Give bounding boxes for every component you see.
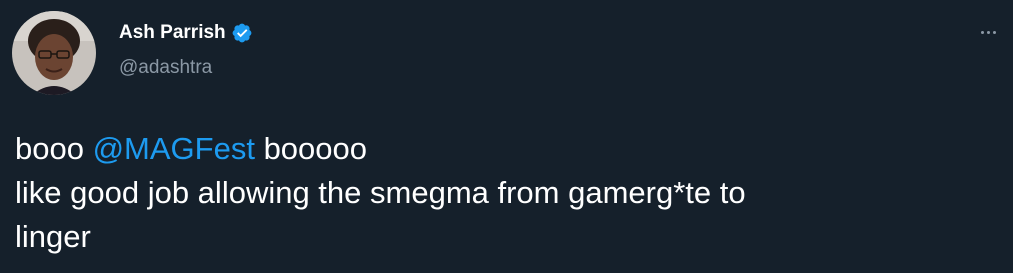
author-handle[interactable]: @adashtra: [119, 56, 212, 80]
tweet-card[interactable]: Ash Parrish @adashtra booo @MAGFest booo…: [0, 0, 1013, 273]
tweet-text-segment: booo: [15, 131, 93, 166]
verified-badge-icon: [231, 22, 253, 44]
more-options-icon[interactable]: [975, 22, 1001, 42]
tweet-line-2: like good job allowing the smegma from g…: [15, 175, 746, 210]
more-dot: [992, 30, 996, 34]
mention-link[interactable]: @MAGFest: [93, 131, 255, 166]
author-display-name[interactable]: Ash Parrish: [119, 20, 226, 46]
tweet-text-segment: booooo: [254, 131, 368, 166]
more-dot: [986, 30, 990, 34]
avatar[interactable]: [12, 11, 96, 95]
tweet-line-3: linger: [15, 219, 91, 254]
profile-photo-icon: [12, 11, 96, 95]
tweet-text: booo @MAGFest booooo like good job allow…: [15, 127, 995, 259]
tweet-line-1: booo @MAGFest booooo: [15, 127, 995, 171]
more-dot: [980, 30, 984, 34]
